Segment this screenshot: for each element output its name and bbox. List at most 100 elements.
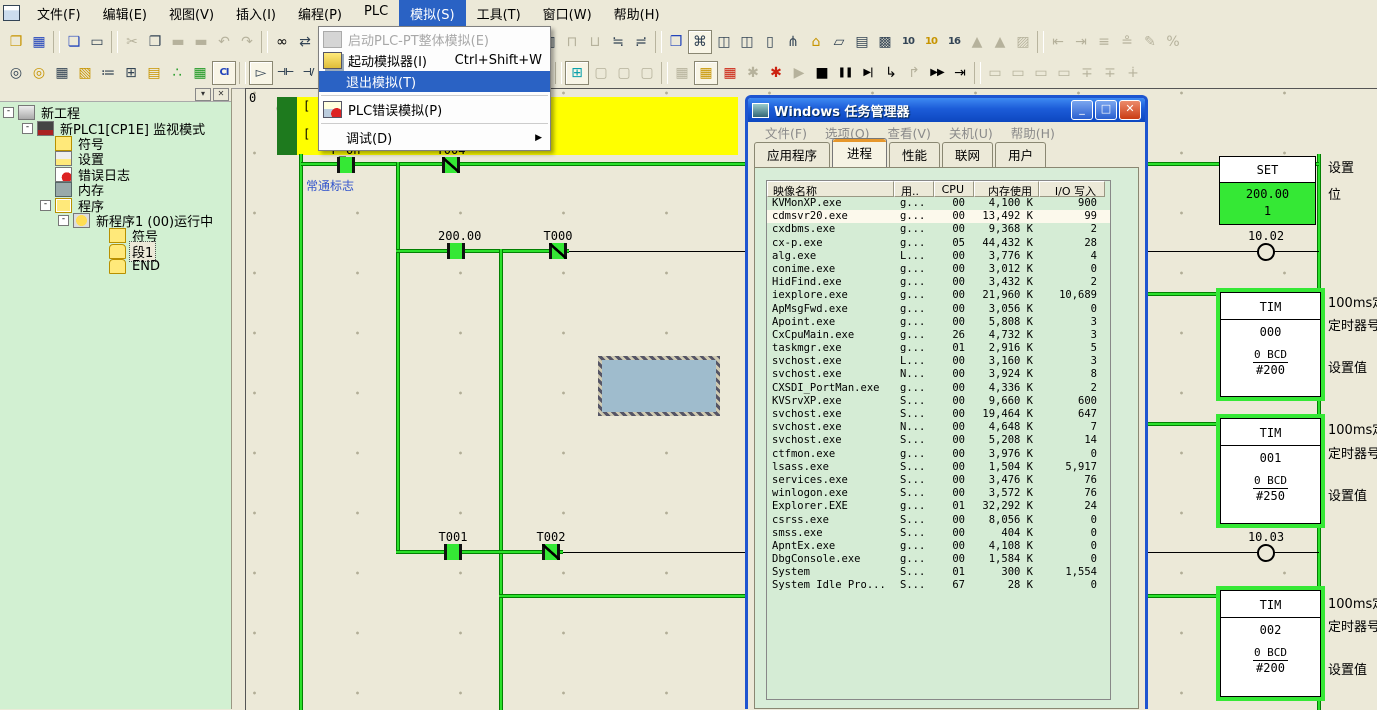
tree-item-program1[interactable]: - 新程序1 (00)运行中 bbox=[0, 213, 231, 228]
menu-simulation[interactable]: 模拟(S) bbox=[399, 0, 465, 26]
tab-users[interactable]: 用户 bbox=[995, 142, 1046, 167]
print-preview-icon[interactable]: ❏ bbox=[63, 31, 85, 53]
toolbar-separator[interactable] bbox=[661, 62, 668, 84]
process-row[interactable]: svchost.exe N... 00 3,924 K 8 bbox=[767, 368, 1110, 381]
io-comment-icon[interactable]: ⊞ bbox=[120, 62, 142, 84]
menu-tools[interactable]: 工具(T) bbox=[466, 0, 532, 26]
open-file-icon[interactable]: ❐ bbox=[5, 31, 27, 53]
column-header-image-name[interactable]: 映像名称 bbox=[767, 181, 894, 197]
process-row[interactable]: winlogon.exe S... 00 3,572 K 76 bbox=[767, 487, 1110, 500]
io-window-icon[interactable]: ▯ bbox=[759, 31, 781, 53]
tm-menu-help[interactable]: 帮助(H) bbox=[1002, 123, 1064, 142]
percent-icon[interactable]: % bbox=[1162, 31, 1184, 53]
column-header-user[interactable]: 用.. bbox=[894, 181, 934, 197]
tree-item-section1[interactable]: 段1 bbox=[0, 244, 231, 259]
simulator-start-icon[interactable]: ▦ bbox=[694, 61, 718, 85]
process-row[interactable]: KVSrvXP.exe S... 00 9,660 K 600 bbox=[767, 395, 1110, 408]
pen-icon[interactable]: ✎ bbox=[1139, 31, 1161, 53]
menu-plc[interactable]: PLC bbox=[353, 0, 399, 26]
expander-icon[interactable]: - bbox=[58, 215, 69, 226]
menu-edit[interactable]: 编辑(E) bbox=[92, 0, 158, 26]
process-row[interactable]: svchost.exe L... 00 3,160 K 3 bbox=[767, 355, 1110, 368]
paste-icon[interactable]: ▬ bbox=[167, 31, 189, 53]
process-row[interactable]: cdmsvr20.exe g... 00 13,492 K 99 bbox=[767, 210, 1110, 223]
toolbar-separator[interactable] bbox=[111, 31, 118, 53]
process-row[interactable]: Apoint.exe g... 00 5,808 K 3 bbox=[767, 316, 1110, 329]
process-row[interactable]: Explorer.EXE g... 01 32,292 K 24 bbox=[767, 500, 1110, 513]
partial-transfer-icon[interactable]: ⊓ bbox=[561, 31, 583, 53]
process-row[interactable]: services.exe S... 00 3,476 K 76 bbox=[767, 474, 1110, 487]
close-icon[interactable]: ✕ bbox=[213, 88, 229, 101]
zoom-fit-icon[interactable]: ◎ bbox=[28, 62, 50, 84]
toolbar-separator[interactable] bbox=[53, 31, 60, 53]
monitor-window-icon[interactable]: ◫ bbox=[713, 31, 735, 53]
signed-decimal-icon[interactable]: 10 bbox=[920, 31, 942, 53]
menu-program[interactable]: 编程(P) bbox=[287, 0, 353, 26]
menu-file[interactable]: 文件(F) bbox=[26, 0, 92, 26]
grayed-net-icon[interactable]: ▨ bbox=[1012, 31, 1034, 53]
process-row[interactable]: ctfmon.exe g... 00 3,976 K 0 bbox=[767, 448, 1110, 461]
output-coil-10-03[interactable] bbox=[1257, 544, 1275, 562]
tim-002-block[interactable]: TIM 002 0 BCD #200 bbox=[1216, 586, 1325, 701]
process-row[interactable]: svchost.exe S... 00 19,464 K 647 bbox=[767, 408, 1110, 421]
paste-special-icon[interactable]: ▬ bbox=[190, 31, 212, 53]
tab-networking[interactable]: 联网 bbox=[942, 142, 993, 167]
tab-applications[interactable]: 应用程序 bbox=[754, 142, 830, 167]
column-header-cpu[interactable]: CPU bbox=[934, 181, 974, 197]
tree-item-memory[interactable]: 内存 bbox=[0, 182, 231, 197]
contact-t000[interactable]: T000 bbox=[540, 229, 576, 259]
toolbar-separator[interactable] bbox=[655, 31, 662, 53]
grayed-ladder-icon[interactable]: ∓ bbox=[1099, 62, 1121, 84]
save-icon[interactable]: ▦ bbox=[28, 31, 50, 53]
tab-performance[interactable]: 性能 bbox=[889, 142, 940, 167]
close-button[interactable]: ✕ bbox=[1119, 100, 1141, 120]
memory-view-icon[interactable]: ▩ bbox=[874, 31, 896, 53]
indent-left-icon[interactable]: ⇤ bbox=[1047, 31, 1069, 53]
cross-reference-icon[interactable]: ⋔ bbox=[782, 31, 804, 53]
process-row[interactable]: CXSDI_PortMan.exe g... 00 4,336 K 2 bbox=[767, 382, 1110, 395]
tab-processes[interactable]: 进程 bbox=[832, 138, 887, 167]
symbol-table-icon[interactable]: ⌂ bbox=[805, 31, 827, 53]
stop-icon[interactable]: ■ bbox=[811, 62, 833, 84]
pause-trigger-icon[interactable]: ✱ bbox=[765, 62, 787, 84]
process-row[interactable]: svchost.exe S... 00 5,208 K 14 bbox=[767, 434, 1110, 447]
toolbar-separator[interactable] bbox=[1037, 31, 1044, 53]
toolbar-separator[interactable] bbox=[974, 62, 981, 84]
menu-window[interactable]: 窗口(W) bbox=[532, 0, 603, 26]
pause-icon[interactable]: ❚❚ bbox=[834, 62, 856, 84]
new-contact-icon[interactable]: ⊣⊢ bbox=[274, 62, 296, 84]
verify-icon[interactable]: ≒ bbox=[607, 31, 629, 53]
sma-view-icon[interactable]: ▦ bbox=[189, 62, 211, 84]
menu-plc-error-simulation[interactable]: PLC错误模拟(P) bbox=[319, 99, 550, 120]
menu-separator[interactable] bbox=[321, 123, 548, 124]
menu-separator[interactable] bbox=[321, 95, 548, 96]
process-row[interactable]: alg.exe L... 00 3,776 K 4 bbox=[767, 250, 1110, 263]
block-list-icon[interactable]: ▤ bbox=[143, 62, 165, 84]
tm-menu-shutdown[interactable]: 关机(U) bbox=[940, 123, 1002, 142]
toolbar-separator[interactable] bbox=[239, 62, 246, 84]
toolbar-separator[interactable] bbox=[261, 31, 268, 53]
cascade-windows-icon[interactable]: ❒ bbox=[665, 31, 687, 53]
watch-window-icon[interactable]: ◫ bbox=[736, 31, 758, 53]
tree-item-error-log[interactable]: 错误日志 bbox=[0, 167, 231, 182]
selected-cell[interactable] bbox=[598, 356, 720, 416]
grayed-window-icon[interactable]: ▢ bbox=[590, 62, 612, 84]
expander-icon[interactable]: - bbox=[40, 200, 51, 211]
copy-icon[interactable]: ❐ bbox=[144, 31, 166, 53]
step-out-icon[interactable]: ↱ bbox=[903, 62, 925, 84]
process-row[interactable]: cxdbms.exe g... 00 9,368 K 2 bbox=[767, 223, 1110, 236]
tm-menu-file[interactable]: 文件(F) bbox=[756, 123, 816, 142]
overview-icon[interactable]: ▧ bbox=[74, 62, 96, 84]
new-closed-contact-icon[interactable]: ⊣/ bbox=[297, 62, 319, 84]
grayed-up-icon[interactable]: ▲ bbox=[989, 31, 1011, 53]
tree-view-icon[interactable]: ∴ bbox=[166, 62, 188, 84]
contact-200-00[interactable]: 200.00 bbox=[438, 229, 474, 259]
find-icon[interactable]: ∞ bbox=[271, 31, 293, 53]
process-row[interactable]: iexplore.exe g... 00 21,960 K 10,689 bbox=[767, 289, 1110, 302]
task-manager-titlebar[interactable]: Windows 任务管理器 _ □ ✕ bbox=[748, 98, 1145, 122]
grid-icon[interactable]: ▦ bbox=[51, 62, 73, 84]
process-row[interactable]: KVMonXP.exe g... 00 4,100 K 900 bbox=[767, 197, 1110, 210]
process-row[interactable]: HidFind.exe g... 00 3,432 K 2 bbox=[767, 276, 1110, 289]
cut-icon[interactable]: ✂ bbox=[121, 31, 143, 53]
process-row[interactable]: ApntEx.exe g... 00 4,108 K 0 bbox=[767, 540, 1110, 553]
